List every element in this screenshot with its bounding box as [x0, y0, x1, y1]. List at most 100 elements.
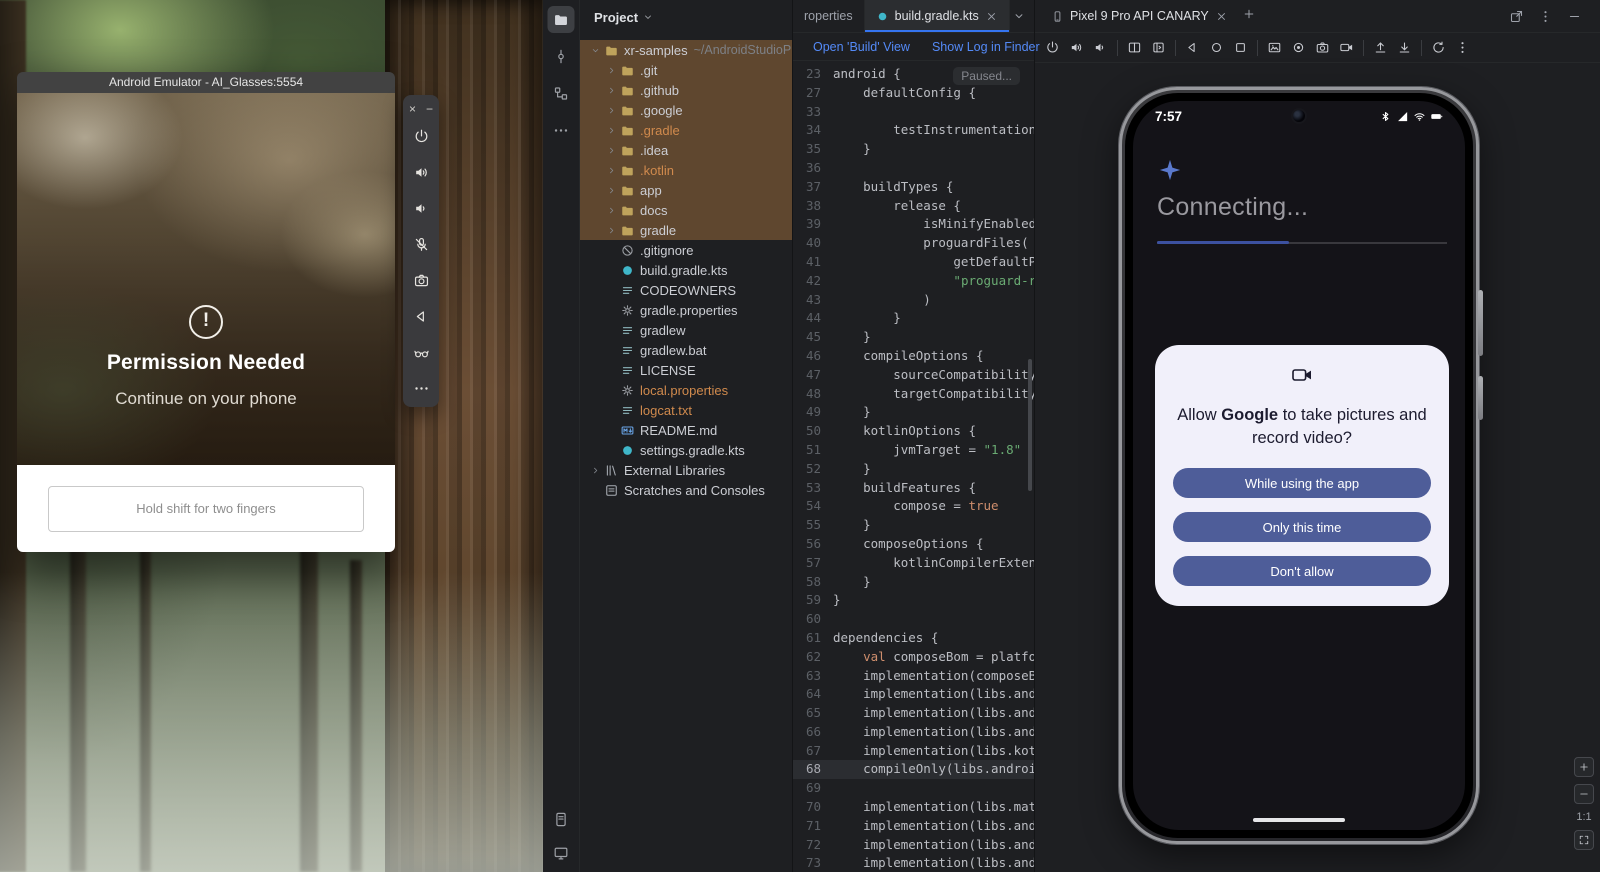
chevron-right-icon[interactable] [604, 125, 619, 136]
emulator-title-bar[interactable]: Android Emulator - AI_Glasses:5554 [17, 72, 395, 93]
overview-button[interactable] [1233, 40, 1248, 55]
code-line[interactable]: 52 } [793, 460, 1034, 479]
tree-item-codeowners[interactable]: CODEOWNERS [580, 280, 792, 300]
volume-down-button[interactable] [1093, 40, 1108, 55]
code-line[interactable]: 65 implementation(libs.andr [793, 704, 1034, 723]
code-line[interactable]: 51 jvmTarget = "1.8" [793, 441, 1034, 460]
power-button[interactable] [1045, 40, 1060, 55]
home-nav-button[interactable] [1209, 40, 1224, 55]
project-panel-header[interactable]: Project [580, 0, 792, 34]
phone-screen[interactable]: 7:57 Connecting... [1133, 101, 1465, 830]
download-button[interactable] [1397, 40, 1412, 55]
tree-item-build-gradle-kts[interactable]: build.gradle.kts [580, 260, 792, 280]
zoom-out-button[interactable] [1574, 784, 1594, 804]
code-line[interactable]: 53 buildFeatures { [793, 479, 1034, 498]
chevron-right-icon[interactable] [604, 65, 619, 76]
tree-item-git[interactable]: .git [580, 60, 792, 80]
permission-button-don-t-allow[interactable]: Don't allow [1173, 556, 1431, 586]
chevron-right-icon[interactable] [604, 205, 619, 216]
code-line[interactable]: 33 [793, 103, 1034, 122]
chevron-right-icon[interactable] [604, 165, 619, 176]
tree-item-gradlew-bat[interactable]: gradlew.bat [580, 340, 792, 360]
fold-close-button[interactable] [1151, 40, 1166, 55]
code-line[interactable]: 44 } [793, 309, 1034, 328]
tab-build-gradle-kts[interactable]: build.gradle.kts [865, 0, 1010, 32]
code-line[interactable]: 46 compileOptions { [793, 347, 1034, 366]
code-line[interactable]: 58 } [793, 573, 1034, 592]
code-line[interactable]: 35 } [793, 140, 1034, 159]
tree-item-xr-samples[interactable]: xr-samples~/AndroidStudioProj [580, 40, 792, 60]
code-line[interactable]: 43 ) [793, 291, 1034, 310]
tree-item-readme-md[interactable]: README.md [580, 420, 792, 440]
device-explorer-tool-button[interactable] [548, 840, 575, 867]
tree-item-license[interactable]: LICENSE [580, 360, 792, 380]
editor-scrollbar[interactable] [1028, 359, 1032, 491]
code-line[interactable]: 57 kotlinCompilerExtens [793, 554, 1034, 573]
open-in-new-window-icon[interactable] [1509, 9, 1524, 24]
chevron-right-icon[interactable] [604, 105, 619, 116]
home-indicator[interactable] [1253, 818, 1345, 822]
code-line[interactable]: 54 compose = true [793, 497, 1034, 516]
tree-item-external-libraries[interactable]: External Libraries [580, 460, 792, 480]
code-line[interactable]: 27 defaultConfig { [793, 84, 1034, 103]
minimize-icon[interactable]: − [426, 102, 433, 116]
code-line[interactable]: 59} [793, 591, 1034, 610]
code-line[interactable]: 62 val composeBom = platfor [793, 648, 1034, 667]
code-line[interactable]: 48 targetCompatibility [793, 385, 1034, 404]
structure-tool-button[interactable] [548, 80, 575, 107]
emulator-screen[interactable]: Permission Needed Continue on your phone [17, 93, 395, 465]
show-log-in-finder-link[interactable]: Show Log in Finder [932, 40, 1040, 54]
camera-button[interactable] [413, 262, 430, 298]
close-icon[interactable]: × [409, 102, 416, 116]
more-v-button[interactable] [1455, 40, 1470, 55]
upload-button[interactable] [1373, 40, 1388, 55]
tree-item-github[interactable]: .github [580, 80, 792, 100]
power-button[interactable] [413, 118, 430, 154]
fold-open-button[interactable] [1127, 40, 1142, 55]
code-line[interactable]: 73 implementation(libs.andr [793, 854, 1034, 872]
code-line[interactable]: 72 implementation(libs.andr [793, 836, 1034, 855]
code-line[interactable]: 34 testInstrumentationR [793, 121, 1034, 140]
volume-up-button[interactable] [1069, 40, 1084, 55]
code-editor[interactable]: 23android {27 defaultConfig {3334 testIn… [793, 61, 1034, 872]
code-line[interactable]: 70 implementation(libs.mate [793, 798, 1034, 817]
code-line[interactable]: 45 } [793, 328, 1034, 347]
hidden-tabs-chevron-icon[interactable] [1012, 9, 1026, 23]
zoom-reset-button[interactable]: 1:1 [1576, 811, 1591, 823]
tree-item-logcat-txt[interactable]: logcat.txt [580, 400, 792, 420]
volume-down-button[interactable] [413, 190, 430, 226]
tree-item-gitignore[interactable]: .gitignore [580, 240, 792, 260]
folder-tool-button[interactable] [548, 6, 575, 33]
back-button[interactable] [413, 298, 430, 334]
chevron-right-icon[interactable] [604, 145, 619, 156]
permission-button-only-this-time[interactable]: Only this time [1173, 512, 1431, 542]
zoom-fit-button[interactable] [1574, 830, 1594, 850]
code-line[interactable]: 63 implementation(composeBo [793, 667, 1034, 686]
chevron-down-icon[interactable] [588, 45, 603, 56]
tree-item-docs[interactable]: docs [580, 200, 792, 220]
tree-item-settings-gradle-kts[interactable]: settings.gradle.kts [580, 440, 792, 460]
tree-item-google[interactable]: .google [580, 100, 792, 120]
code-line[interactable]: 49 } [793, 403, 1034, 422]
tree-item-app[interactable]: app [580, 180, 792, 200]
tree-item-gradle[interactable]: .gradle [580, 120, 792, 140]
volume-up-button[interactable] [413, 154, 430, 190]
open-build-view-link[interactable]: Open 'Build' View [813, 40, 910, 54]
back-button[interactable] [1185, 40, 1200, 55]
code-line[interactable]: 68 compileOnly(libs.android [793, 760, 1034, 779]
code-line[interactable]: 56 composeOptions { [793, 535, 1034, 554]
code-line[interactable]: 38 release { [793, 197, 1034, 216]
record-button[interactable] [1291, 40, 1306, 55]
code-line[interactable]: 47 sourceCompatibility [793, 366, 1034, 385]
logcat-tool-button[interactable] [548, 806, 575, 833]
code-line[interactable]: 41 getDefaultPr [793, 253, 1034, 272]
tab-pixel-9-pro[interactable]: Pixel 9 Pro API CANARY [1043, 0, 1236, 32]
tree-item-gradlew[interactable]: gradlew [580, 320, 792, 340]
zoom-in-button[interactable] [1574, 757, 1594, 777]
code-line[interactable]: 55 } [793, 516, 1034, 535]
code-line[interactable]: 50 kotlinOptions { [793, 422, 1034, 441]
rotate-button[interactable] [1431, 40, 1446, 55]
screenshot-button[interactable] [1267, 40, 1282, 55]
chevron-right-icon[interactable] [588, 465, 603, 476]
videocam-button[interactable] [1339, 40, 1354, 55]
